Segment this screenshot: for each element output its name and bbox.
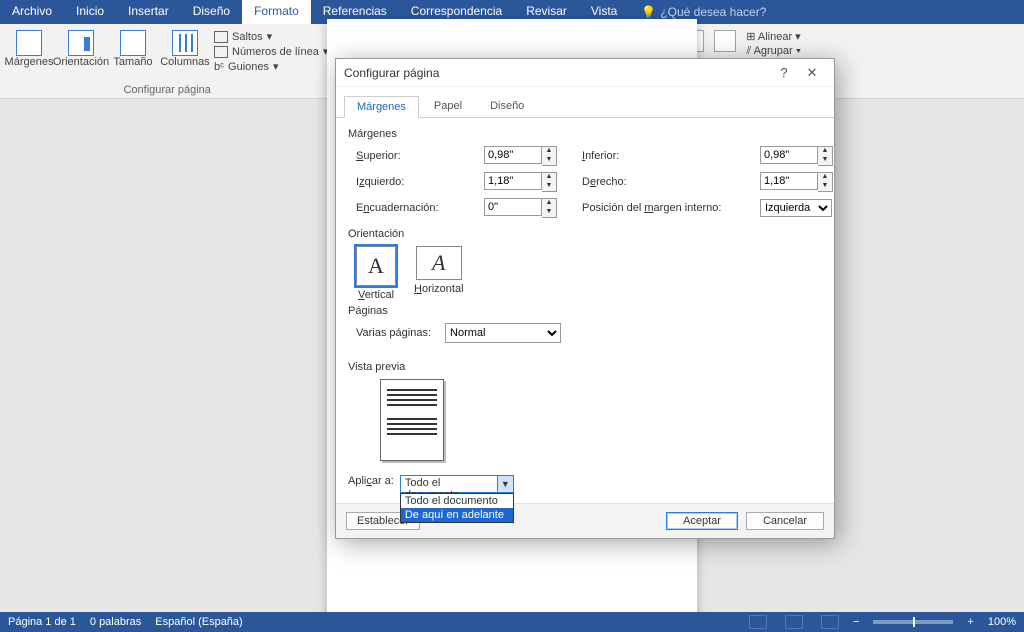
status-bar: Página 1 de 1 0 palabras Español (España… bbox=[0, 612, 1024, 632]
zoom-in-button[interactable]: + bbox=[967, 616, 973, 628]
page-setup-group-label: Configurar página bbox=[6, 82, 328, 98]
bulb-icon: 💡 bbox=[641, 5, 656, 19]
line-numbers-button[interactable]: Números de línea ▾ bbox=[214, 45, 328, 58]
dialog-tab-layout[interactable]: Diseño bbox=[477, 95, 537, 117]
view-web-icon[interactable] bbox=[821, 615, 839, 629]
preview-thumbnail bbox=[380, 379, 444, 461]
apply-to-option-forward[interactable]: De aquí en adelante bbox=[401, 508, 513, 522]
dialog-tab-margins[interactable]: Márgenes bbox=[344, 96, 419, 118]
gutter-down[interactable]: ▼ bbox=[542, 208, 556, 217]
margin-top-input[interactable] bbox=[484, 146, 542, 164]
breaks-button[interactable]: Saltos ▾ bbox=[214, 30, 328, 43]
margin-bottom-down[interactable]: ▼ bbox=[818, 156, 832, 165]
ribbon-group-page-setup: Márgenes Orientación Tamaño Columnas Sal… bbox=[0, 24, 335, 98]
orientation-icon bbox=[68, 30, 94, 56]
align-button[interactable]: ⊞ Alinear ▾ bbox=[746, 30, 801, 43]
margin-left-up[interactable]: ▲ bbox=[542, 173, 556, 182]
dialog-close-button[interactable]: ✕ bbox=[798, 65, 826, 81]
section-preview: Vista previa bbox=[348, 361, 822, 373]
apply-to-dropdown: Todo el documento De aquí en adelante bbox=[400, 493, 514, 523]
apply-to-value: Todo el documento bbox=[401, 476, 497, 492]
margins-button[interactable]: Márgenes bbox=[6, 26, 52, 82]
apply-to-option-whole[interactable]: Todo el documento bbox=[401, 494, 513, 508]
margins-icon bbox=[16, 30, 42, 56]
landscape-icon: A bbox=[416, 246, 462, 280]
margin-top-label: Superior: bbox=[356, 150, 466, 162]
margin-right-label: Derecho: bbox=[582, 176, 742, 188]
tab-inicio[interactable]: Inicio bbox=[64, 0, 116, 24]
gutter-pos-label: Posición del margen interno: bbox=[582, 202, 742, 214]
columns-label: Columnas bbox=[160, 56, 210, 68]
breaks-icon bbox=[214, 31, 228, 43]
apply-to-label: Aplicar a: bbox=[348, 475, 394, 487]
zoom-out-button[interactable]: − bbox=[853, 616, 859, 628]
status-lang[interactable]: Español (España) bbox=[155, 616, 242, 628]
dialog-tabs: Márgenes Papel Diseño bbox=[336, 87, 834, 118]
columns-icon bbox=[172, 30, 198, 56]
margin-right-input[interactable] bbox=[760, 172, 818, 190]
chevron-down-icon[interactable]: ▼ bbox=[497, 476, 513, 492]
tab-archivo[interactable]: Archivo bbox=[0, 0, 64, 24]
columns-button[interactable]: Columnas bbox=[162, 26, 208, 82]
ok-button[interactable]: Aceptar bbox=[666, 512, 738, 530]
tab-diseno[interactable]: Diseño bbox=[181, 0, 242, 24]
margin-bottom-input[interactable] bbox=[760, 146, 818, 164]
margin-right-down[interactable]: ▼ bbox=[818, 182, 832, 191]
status-page[interactable]: Página 1 de 1 bbox=[8, 616, 76, 628]
margin-left-input[interactable] bbox=[484, 172, 542, 190]
margin-bottom-up[interactable]: ▲ bbox=[818, 147, 832, 156]
tab-insertar[interactable]: Insertar bbox=[116, 0, 181, 24]
margins-label: Márgenes bbox=[5, 56, 54, 68]
zoom-level[interactable]: 100% bbox=[988, 616, 1016, 628]
tab-formato[interactable]: Formato bbox=[242, 0, 311, 24]
margin-left-label: Izquierdo: bbox=[356, 176, 466, 188]
margin-bottom-label: Inferior: bbox=[582, 150, 742, 162]
dialog-help-button[interactable]: ? bbox=[770, 65, 798, 80]
line-numbers-icon bbox=[214, 46, 228, 58]
cancel-button[interactable]: Cancelar bbox=[746, 512, 824, 530]
view-read-icon[interactable] bbox=[749, 615, 767, 629]
orientation-portrait[interactable]: A Vertical bbox=[356, 246, 396, 301]
selection-pane-icon[interactable] bbox=[714, 30, 736, 52]
hyphenation-button[interactable]: bᶜ Guiones ▾ bbox=[214, 60, 328, 73]
view-print-icon[interactable] bbox=[785, 615, 803, 629]
portrait-icon: A bbox=[356, 246, 396, 286]
dialog-tab-paper[interactable]: Papel bbox=[421, 95, 475, 117]
size-button[interactable]: Tamaño bbox=[110, 26, 156, 82]
section-margins: Márgenes bbox=[348, 128, 822, 140]
status-words[interactable]: 0 palabras bbox=[90, 616, 141, 628]
margin-right-up[interactable]: ▲ bbox=[818, 173, 832, 182]
orientation-label: Orientación bbox=[53, 56, 109, 68]
zoom-slider[interactable] bbox=[873, 620, 953, 624]
gutter-label: Encuadernación: bbox=[356, 202, 466, 214]
gutter-pos-select[interactable]: Izquierda bbox=[760, 199, 832, 217]
dialog-titlebar: Configurar página ? ✕ bbox=[336, 59, 834, 87]
orientation-landscape[interactable]: A Horizontal bbox=[414, 246, 464, 301]
multiple-pages-select[interactable]: Normal bbox=[445, 323, 561, 343]
margin-left-down[interactable]: ▼ bbox=[542, 182, 556, 191]
dialog-title: Configurar página bbox=[344, 66, 770, 80]
page-setup-small: Saltos ▾ Números de línea ▾ bᶜ Guiones ▾ bbox=[214, 26, 328, 82]
gutter-input[interactable] bbox=[484, 198, 542, 216]
tell-me-placeholder: ¿Qué desea hacer? bbox=[660, 5, 766, 19]
orientation-button[interactable]: Orientación bbox=[58, 26, 104, 82]
section-orientation: Orientación bbox=[348, 228, 822, 240]
gutter-up[interactable]: ▲ bbox=[542, 199, 556, 208]
page-setup-dialog: Configurar página ? ✕ Márgenes Papel Dis… bbox=[335, 58, 835, 539]
group-button[interactable]: ⫽ Agrupar ▾ bbox=[746, 45, 801, 58]
size-label: Tamaño bbox=[113, 56, 152, 68]
size-icon bbox=[120, 30, 146, 56]
apply-to-combo[interactable]: Todo el documento ▼ Todo el documento De… bbox=[400, 475, 514, 493]
margin-top-down[interactable]: ▼ bbox=[542, 156, 556, 165]
section-pages: Páginas bbox=[348, 305, 822, 317]
hyphenation-icon: bᶜ bbox=[214, 61, 224, 73]
margin-top-up[interactable]: ▲ bbox=[542, 147, 556, 156]
multiple-pages-label: Varias páginas: bbox=[356, 327, 431, 339]
